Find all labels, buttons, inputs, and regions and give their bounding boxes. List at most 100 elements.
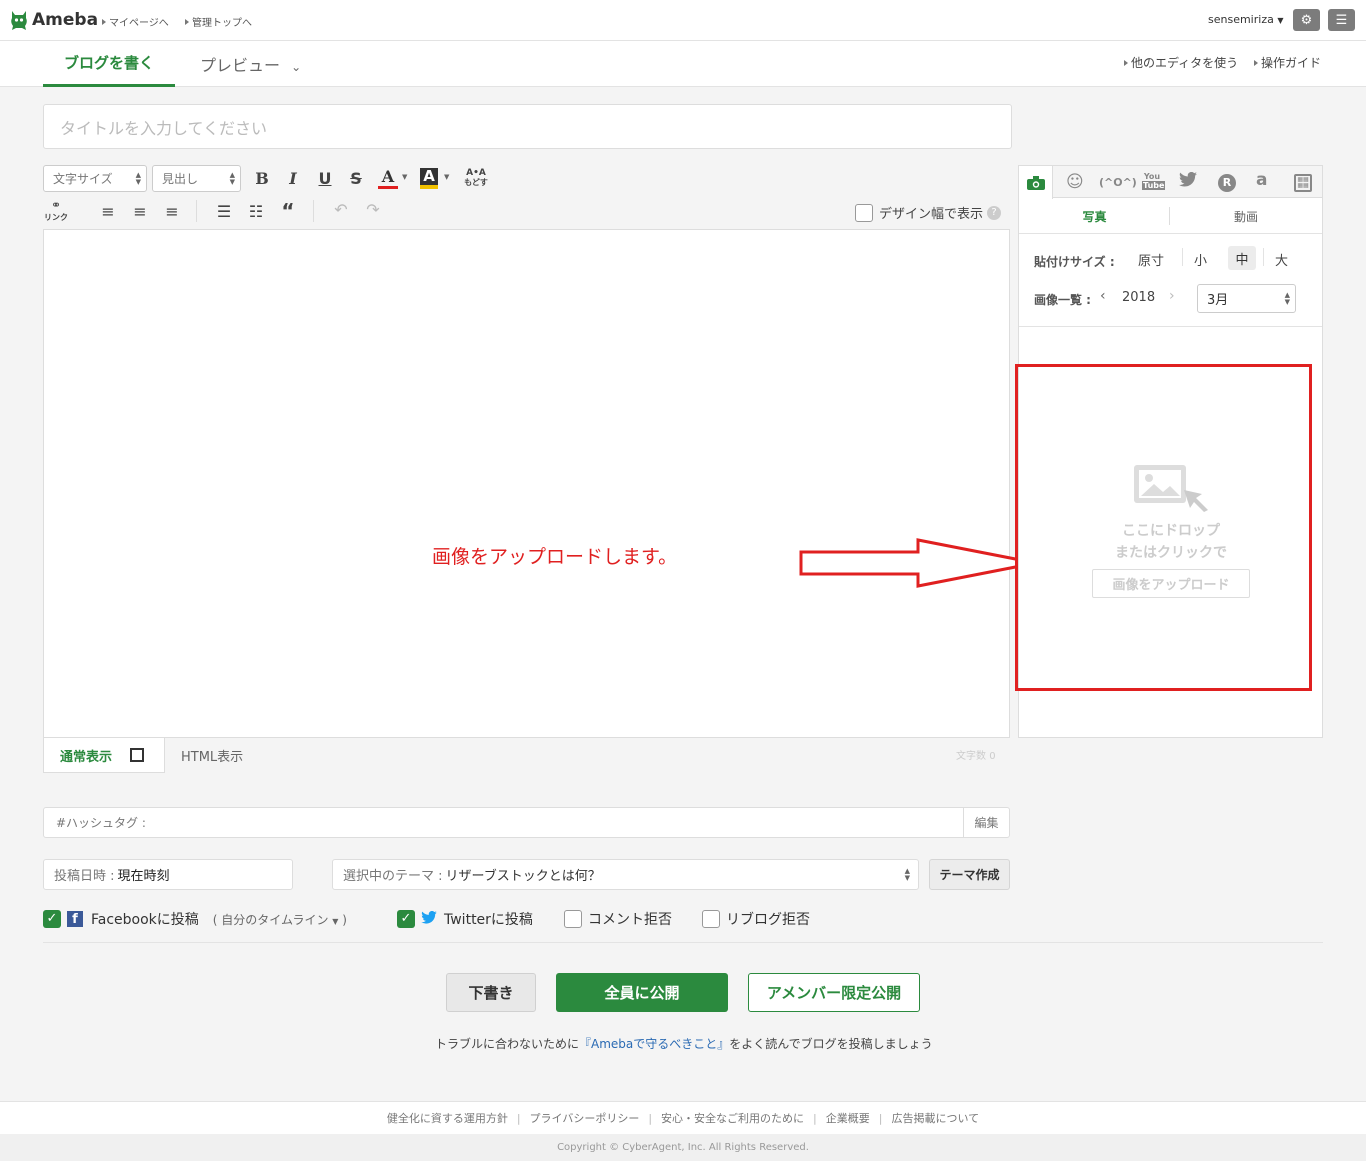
twitter-icon[interactable] [1179,171,1197,191]
image-list-label: 画像一覧 : [1034,293,1091,307]
rakuten-icon[interactable]: R [1218,174,1236,192]
twitter-post-option[interactable]: ✓ Twitterに投稿 [397,909,533,929]
annotation-arrow [798,537,1043,589]
background-color-icon[interactable]: A ▼ [420,168,450,190]
qr-code-icon[interactable]: ▦▦ ▦▦ [1294,174,1312,192]
emoji-icon[interactable]: ☺ [1066,172,1084,192]
prev-year-icon[interactable]: ‹ [1100,288,1106,304]
align-right-icon[interactable]: ≡ [161,202,183,221]
bold-icon[interactable]: B [251,169,273,188]
tab-normal-view[interactable]: 通常表示 [43,738,165,773]
font-size-select[interactable]: 文字サイズ ▲ ▼ [43,165,147,192]
align-center-icon[interactable]: ≡ [129,202,151,221]
editor-body[interactable] [43,229,1010,738]
section-divider [43,942,1323,943]
year-label: 2018 [1122,290,1156,305]
design-width-checkbox[interactable] [855,203,873,222]
create-theme-button[interactable]: テーマ作成 [929,859,1010,890]
underline-icon[interactable]: U [314,169,336,188]
footer-link-policy[interactable]: 健全化に資する運用方針 [387,1110,508,1126]
char-count: 文字数 0 [956,751,996,762]
twitter-checkbox[interactable]: ✓ [397,910,415,928]
settings-gear-icon[interactable]: ⚙ [1293,9,1320,31]
hashtag-input[interactable]: #ハッシュタグ : [43,807,1010,838]
publish-all-button[interactable]: 全員に公開 [556,973,728,1012]
quote-icon[interactable]: “ [277,199,299,223]
redo-icon[interactable]: ↷ [362,200,384,219]
strikethrough-icon[interactable]: S [345,169,367,188]
size-medium[interactable]: 中 [1228,246,1256,270]
tab-preview[interactable]: プレビュー ⌄ [200,52,301,76]
tab-html-view[interactable]: HTML表示 [181,746,243,765]
month-select[interactable]: 3月 ▲ ▼ [1197,284,1296,313]
select-arrows-icon: ▲ ▼ [1284,290,1290,306]
user-menu[interactable]: sensemiriza ▼ [1208,13,1284,26]
refuse-reblog-checkbox[interactable] [702,910,720,928]
toolbar-divider [313,200,314,222]
text-color-icon[interactable]: A ▼ [378,168,408,190]
design-width-toggle[interactable]: デザイン幅で表示 ? [855,203,1002,222]
facebook-target-select[interactable]: ( 自分のタイムライン ▼ ) [213,911,347,928]
facebook-icon: f [67,911,83,927]
italic-icon[interactable]: I [282,169,304,188]
tab-video[interactable]: 動画 [1170,199,1322,234]
title-input[interactable]: タイトルを入力してください [43,104,1012,149]
publish-members-button[interactable]: アメンバー限定公開 [748,973,920,1012]
hashtag-edit-button[interactable]: 編集 [963,808,1009,837]
editor-nav: ブログを書く プレビュー ⌄ 他のエディタを使う 操作ガイド [0,41,1366,87]
bullet-list-icon[interactable]: ☰ [213,202,235,221]
expand-icon[interactable] [130,748,145,762]
revert-format-icon[interactable]: A•A もどす [463,168,489,188]
refuse-comments-checkbox[interactable] [564,910,582,928]
help-icon[interactable]: ? [987,205,1002,220]
size-small[interactable]: 小 [1194,250,1207,269]
camera-icon[interactable] [1019,166,1053,199]
top-bar: Ameba マイページへ 管理トップへ sensemiriza ▼ ⚙ ☰ [0,0,1366,41]
numbered-list-icon[interactable]: ☷ [245,202,267,221]
facebook-post-option[interactable]: ✓ f Facebookに投稿 ( 自分のタイムライン ▼ ) [43,909,347,929]
paste-size-label: 貼付けサイズ : [1034,255,1115,269]
link-icon[interactable]: ⚭ リンク [44,199,68,223]
size-large[interactable]: 大 [1275,250,1288,269]
annotation-highlight-box [1015,364,1312,691]
admin-top-link[interactable]: 管理トップへ [185,14,252,29]
brand-name[interactable]: Ameba [32,10,98,30]
twitter-bird-icon [421,910,437,928]
footer-link-ads[interactable]: 広告掲載について [891,1110,979,1126]
refuse-comments-option[interactable]: コメント拒否 [564,909,672,929]
media-type-tabs [1019,166,1322,198]
size-original[interactable]: 原寸 [1138,250,1164,269]
select-arrows-icon: ▲ ▼ [904,866,910,882]
refuse-reblog-option[interactable]: リブログ拒否 [702,909,810,929]
caret-down-icon: ▼ [332,916,339,926]
save-draft-button[interactable]: 下書き [446,973,536,1012]
footer-link-company[interactable]: 企業概要 [826,1110,870,1126]
ameba-logo-icon[interactable] [9,9,29,31]
select-arrows-icon: ▲ ▼ [229,170,235,186]
annotation-text: 画像をアップロードします。 [432,546,678,568]
post-date-field[interactable]: 投稿日時 : 現在時刻 [43,859,293,890]
guide-link[interactable]: 操作ガイド [1254,54,1321,71]
footer-link-privacy[interactable]: プライバシーポリシー [530,1110,640,1126]
youtube-icon[interactable]: You Tube [1142,172,1166,190]
undo-icon[interactable]: ↶ [330,200,352,219]
facebook-checkbox[interactable]: ✓ [43,910,61,928]
amazon-icon[interactable]: a [1256,170,1267,190]
align-left-icon[interactable]: ≡ [97,202,119,221]
toolbar-divider [196,200,197,222]
mypage-link[interactable]: マイページへ [102,14,169,29]
caret-down-icon: ▼ [1277,16,1284,25]
heading-select[interactable]: 見出し ▲ ▼ [152,165,241,192]
hamburger-menu-icon[interactable]: ☰ [1328,9,1355,31]
footer-links: 健全化に資する運用方針 | プライバシーポリシー | 安心・安全なご利用のために | … [0,1101,1366,1134]
footer-link-safety[interactable]: 安心・安全なご利用のために [661,1110,804,1126]
next-year-icon[interactable]: › [1169,288,1175,304]
rules-link[interactable]: 『Amebaで守るべきこと』 [579,1037,729,1051]
theme-select[interactable]: 選択中のテーマ : リザーブストックとは何？ ▲ ▼ [332,859,919,890]
tab-write-blog[interactable]: ブログを書く [43,41,175,87]
tab-photo[interactable]: 写真 [1019,199,1170,234]
kaomoji-icon[interactable]: (^O^) [1099,176,1137,189]
other-editor-link[interactable]: 他のエディタを使う [1124,54,1238,71]
panel-divider [1019,326,1322,327]
size-divider [1182,248,1183,266]
